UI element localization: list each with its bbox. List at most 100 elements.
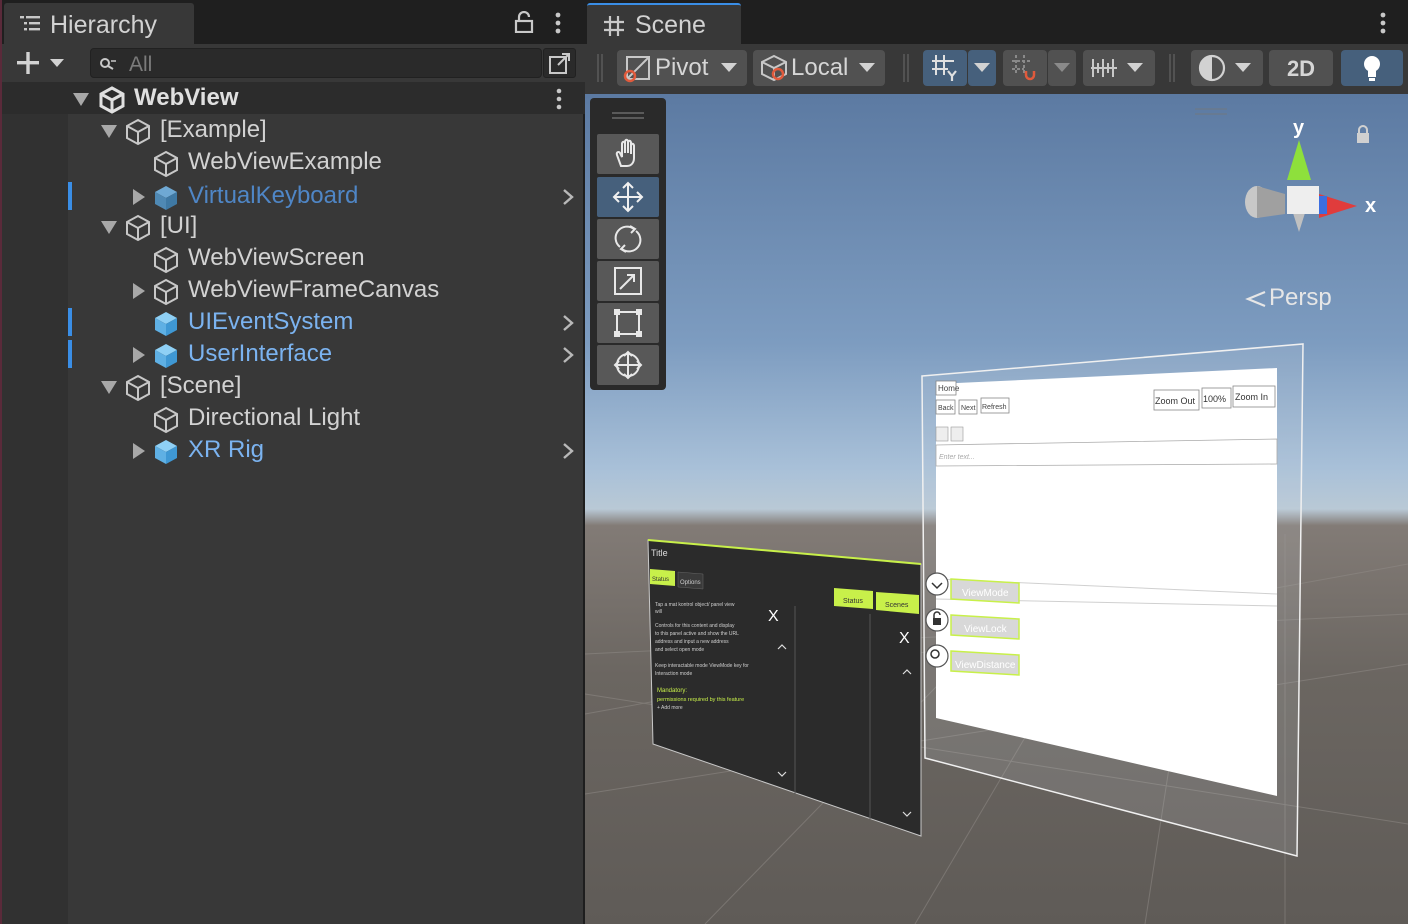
gameobject-cube-icon <box>126 118 150 146</box>
add-object-button[interactable] <box>14 50 74 76</box>
toolbar-grip-icon <box>597 54 603 82</box>
tree-row-directional-light[interactable]: Directional Light <box>2 402 585 434</box>
2d-toggle-button[interactable]: 2D <box>1269 50 1333 86</box>
gizmo-y-label: y <box>1293 117 1305 139</box>
back-button-label: Back <box>938 405 954 412</box>
scene-toolbar: Pivot Local 2D <box>585 44 1408 94</box>
refresh-button-label: Refresh <box>982 404 1007 411</box>
tree-row-userinterface[interactable]: UserInterface <box>2 338 585 370</box>
tree-row-webviewexample[interactable]: WebViewExample <box>2 146 585 178</box>
grid-snapping-toggle[interactable] <box>1003 50 1047 86</box>
dialog-title: Title <box>651 548 668 558</box>
more-options-icon[interactable] <box>1377 12 1389 34</box>
close-icon[interactable]: X <box>899 630 910 647</box>
lock-icon[interactable] <box>514 11 534 33</box>
tree-row-webviewscreen[interactable]: WebViewScreen <box>2 242 585 274</box>
prefab-cube-icon <box>155 312 177 336</box>
gizmo-grip-icon[interactable] <box>1195 108 1227 116</box>
chevron-right-icon[interactable] <box>561 442 575 460</box>
hierarchy-tab-label: Hierarchy <box>50 11 157 39</box>
hand-tool-button[interactable] <box>597 134 659 174</box>
hierarchy-tab[interactable]: Hierarchy <box>4 3 194 44</box>
scene-tab-bar: Scene <box>585 0 1408 44</box>
rotate-tool-button[interactable] <box>597 219 659 259</box>
tree-row-xr-rig[interactable]: XR Rig <box>2 434 585 466</box>
dialog-mandatory-label: Mandatory: <box>657 688 687 694</box>
tree-label: [UI] <box>160 212 198 239</box>
chevron-down-icon <box>974 63 990 72</box>
tree-row-webview[interactable]: WebView <box>2 82 585 114</box>
dialog-text-line: and select open mode <box>655 647 704 653</box>
scene-viewport[interactable]: Home Back Next Refresh Zoom Out 100% Zoo… <box>585 94 1408 924</box>
collapse-arrow-icon[interactable] <box>130 283 148 299</box>
expand-arrow-icon[interactable] <box>100 123 118 139</box>
tree-row-virtualkeyboard[interactable]: VirtualKeyboard <box>2 180 585 212</box>
collapse-arrow-icon[interactable] <box>130 347 148 363</box>
chevron-down-icon <box>1235 63 1251 72</box>
gameobject-cube-icon <box>154 278 178 306</box>
grid-visibility-toggle[interactable] <box>923 50 967 86</box>
zoom-level-label: 100% <box>1203 394 1226 404</box>
search-expand-button[interactable] <box>543 48 576 78</box>
hierarchy-toolbar: All <box>2 44 585 82</box>
draw-mode-dropdown[interactable] <box>1191 50 1263 86</box>
collapse-arrow-icon[interactable] <box>130 189 148 205</box>
toolbar-grip-icon <box>903 54 909 82</box>
grid-dropdown[interactable] <box>968 50 996 86</box>
prefab-override-bar <box>68 182 72 210</box>
expand-arrow-icon[interactable] <box>72 91 90 107</box>
scene-tab[interactable]: Scene <box>587 3 741 44</box>
gameobject-cube-icon <box>154 406 178 434</box>
rect-tool-button[interactable] <box>597 303 659 343</box>
scene-panel: Scene Pivot Local 2D Home Back Next Refr… <box>585 0 1408 924</box>
dialog-text-line: Keep interactable mode ViewMode key for <box>655 663 749 669</box>
url-input-placeholder: Enter text... <box>939 454 975 461</box>
dialog-panel: Title Status Options Status Scenes X X T… <box>647 539 922 837</box>
increment-snap-dropdown[interactable] <box>1083 50 1155 86</box>
expand-arrow-icon[interactable] <box>100 219 118 235</box>
tree-row-uieventsystem[interactable]: UIEventSystem <box>2 306 585 338</box>
more-options-icon[interactable] <box>554 88 564 110</box>
dialog-scenes-button: Scenes <box>885 602 909 609</box>
dialog-status-button: Status <box>843 598 863 605</box>
lighting-toggle-button[interactable] <box>1341 50 1403 86</box>
webview-frame: Home Back Next Refresh Zoom Out 100% Zoo… <box>921 343 1304 857</box>
gizmo-center-cube[interactable] <box>1287 186 1319 214</box>
move-tool-button[interactable] <box>597 177 659 217</box>
local-cube-icon <box>761 54 787 82</box>
close-icon[interactable]: X <box>768 608 779 625</box>
tree-label: XR Rig <box>188 436 265 463</box>
scale-icon <box>614 267 642 295</box>
dialog-tab-options: Options <box>680 580 701 586</box>
snap-dropdown[interactable] <box>1048 50 1076 86</box>
transform-tool-button[interactable] <box>597 345 659 385</box>
collapse-arrow-icon[interactable] <box>130 443 148 459</box>
hierarchy-list-icon <box>20 16 40 31</box>
gizmo-y-cone[interactable] <box>1287 140 1311 180</box>
rect-transform-icon <box>614 309 642 337</box>
orientation-gizmo[interactable]: y x <box>1235 114 1385 264</box>
chevron-right-icon[interactable] <box>561 314 575 332</box>
expand-arrow-icon[interactable] <box>100 379 118 395</box>
tree-row-ui-group[interactable]: [UI] <box>2 210 585 242</box>
chevron-down-icon <box>721 63 737 72</box>
tree-row-example-group[interactable]: [Example] <box>2 114 585 146</box>
tree-label: VirtualKeyboard <box>188 182 359 209</box>
local-dropdown[interactable]: Local <box>753 50 885 86</box>
tree-label: WebViewScreen <box>188 244 365 271</box>
hand-icon <box>615 138 635 167</box>
more-options-icon[interactable] <box>552 12 564 34</box>
gameobject-cube-icon <box>126 374 150 402</box>
tree-row-scene-group[interactable]: [Scene] <box>2 370 585 402</box>
dialog-text-line: address and input a new address <box>655 639 729 645</box>
tree-row-webviewframecanvas[interactable]: WebViewFrameCanvas <box>2 274 585 306</box>
palette-grip-icon[interactable] <box>612 112 644 120</box>
unity-scene-icon <box>99 86 125 114</box>
search-input[interactable]: All <box>90 48 542 78</box>
gameobject-cube-icon <box>154 246 178 274</box>
scale-tool-button[interactable] <box>597 261 659 301</box>
chevron-right-icon[interactable] <box>561 188 575 206</box>
pivot-dropdown[interactable]: Pivot <box>617 50 747 86</box>
chevron-right-icon[interactable] <box>561 346 575 364</box>
hierarchy-panel: Hierarchy All WebView [Example] WebViewE… <box>0 0 585 924</box>
